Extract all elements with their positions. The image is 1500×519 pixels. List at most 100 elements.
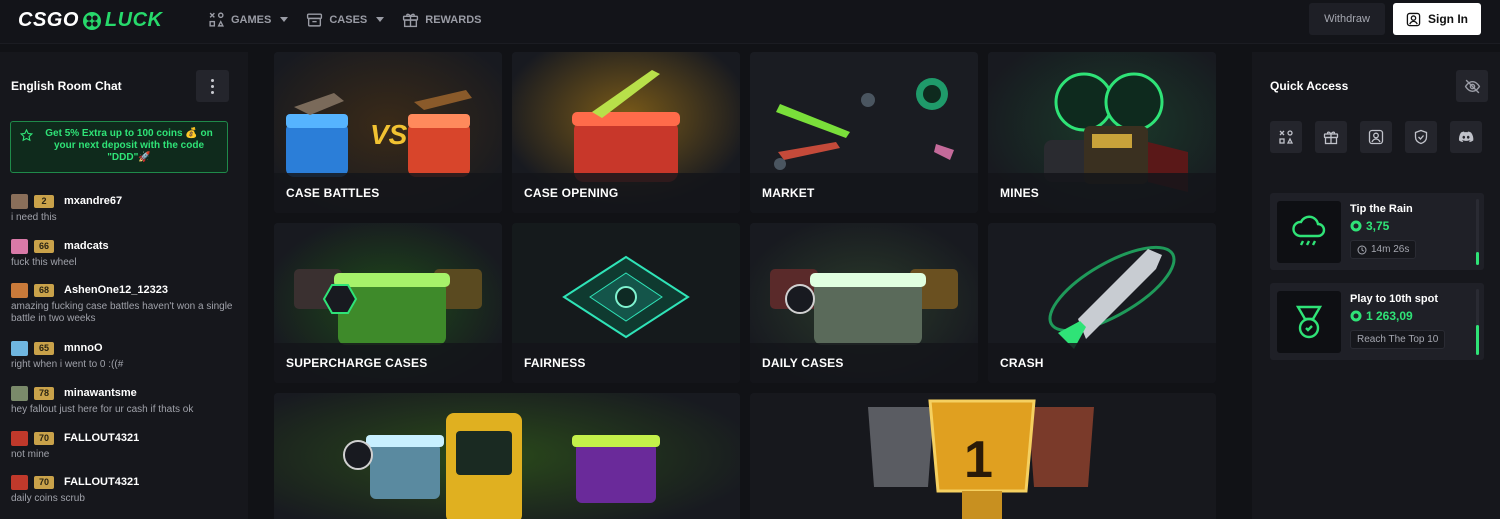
nav-cases[interactable]: CASES [306, 11, 385, 28]
chat-username[interactable]: minawantsme [64, 387, 137, 399]
chat-text: amazing fucking case battles haven't won… [11, 301, 233, 324]
hide-panel-button[interactable] [1456, 70, 1488, 102]
sign-in-label: Sign In [1428, 12, 1468, 26]
avatar[interactable] [11, 430, 28, 446]
leaderboard-chip[interactable]: Reach The Top 10 [1350, 330, 1446, 349]
clover-icon [82, 11, 101, 30]
rain-icon-box [1277, 201, 1341, 263]
quick-discord-button[interactable] [1450, 121, 1482, 153]
clock-icon [1357, 245, 1367, 254]
tile-label: SUPERCHARGE CASES [286, 356, 428, 370]
top-header: CSGO LUCK GAMES CASES REWARDS Withdraw S… [0, 0, 1500, 44]
leaderboard-title: Play to 10th spot [1350, 293, 1439, 305]
level-badge: 2 [34, 194, 54, 208]
tile-label: FAIRNESS [524, 356, 586, 370]
games-icon [1279, 130, 1294, 144]
chat-message: 70 FALLOUT4321 daily coins scrub [11, 474, 236, 505]
level-badge: 70 [34, 431, 54, 445]
chat-username[interactable]: AshenOne12_12323 [64, 284, 168, 296]
coin-icon [1350, 220, 1362, 232]
chat-username[interactable]: mxandre67 [64, 195, 122, 207]
user-icon [1406, 12, 1421, 26]
tile-label: CASE OPENING [524, 186, 619, 200]
leaderboard-art: 1 [750, 393, 1216, 519]
tile-case-opening[interactable]: CASE OPENING [512, 52, 740, 213]
tile-leaderboard[interactable]: 1 [750, 393, 1216, 519]
leaderboard-chip-label: Reach The Top 10 [1357, 334, 1439, 345]
avatar[interactable] [11, 385, 28, 401]
tile-fairness[interactable]: FAIRNESS [512, 223, 740, 383]
nav-games[interactable]: GAMES [208, 11, 289, 28]
chat-username[interactable]: madcats [64, 240, 109, 252]
quick-games-button[interactable] [1270, 121, 1302, 153]
rain-amount-value: 3,75 [1366, 219, 1390, 233]
chevron-down-icon [376, 17, 385, 22]
tile-label: MARKET [762, 186, 815, 200]
nav-rewards-label: REWARDS [425, 13, 482, 26]
quick-profile-button[interactable] [1360, 121, 1392, 153]
quick-rewards-button[interactable] [1315, 121, 1347, 153]
chat-title: English Room Chat [11, 79, 122, 93]
chat-text: right when i went to 0 :((# [11, 359, 124, 370]
chat-menu-button[interactable] [196, 70, 229, 102]
tile-label: CASE BATTLES [286, 186, 380, 200]
nav-games-label: GAMES [231, 13, 272, 26]
main-nav: GAMES CASES REWARDS [208, 11, 481, 28]
tile-mines[interactable]: MINES [988, 52, 1216, 213]
tile-case-battles[interactable]: VS CASE BATTLES [274, 52, 502, 213]
chat-message: 68 AshenOne12_12323 amazing fucking case… [11, 282, 236, 325]
chat-text: not mine [11, 449, 50, 460]
cloud-rain-icon [1292, 215, 1326, 246]
rain-title: Tip the Rain [1350, 203, 1413, 215]
avatar[interactable] [11, 238, 28, 254]
gift-icon [403, 13, 419, 28]
chat-text: hey fallout just here for ur cash if tha… [11, 404, 194, 415]
avatar[interactable] [11, 474, 28, 490]
sign-in-button[interactable]: Sign In [1393, 3, 1481, 35]
quick-access-panel: Quick Access Tip the Rain 3,75 14m 26s P… [1252, 52, 1500, 519]
chat-username[interactable]: FALLOUT4321 [64, 432, 139, 444]
tile-label: CRASH [1000, 356, 1044, 370]
games-icon [209, 12, 224, 27]
logo-text-left: CSGO [18, 9, 79, 31]
rain-card[interactable]: Tip the Rain 3,75 14m 26s [1270, 193, 1484, 270]
tile-market[interactable]: MARKET [750, 52, 978, 213]
leaderboard-progress [1476, 289, 1479, 355]
tile-label: DAILY CASES [762, 356, 844, 370]
shield-icon [1414, 129, 1428, 145]
medal-icon-box [1277, 291, 1341, 353]
tile-crash[interactable]: CRASH [988, 223, 1216, 383]
tile-supercharge-cases[interactable]: SUPERCHARGE CASES [274, 223, 502, 383]
site-logo[interactable]: CSGO LUCK [18, 9, 162, 32]
chat-message: 70 FALLOUT4321 not mine [11, 430, 236, 461]
chevron-down-icon [280, 17, 289, 22]
promo-cases-art [274, 393, 740, 519]
chat-username[interactable]: FALLOUT4321 [64, 476, 139, 488]
avatar[interactable] [11, 282, 28, 298]
chat-username[interactable]: mnnoO [64, 342, 103, 354]
cases-icon [307, 13, 323, 27]
withdraw-button[interactable]: Withdraw [1309, 3, 1385, 35]
leaderboard-card[interactable]: Play to 10th spot 1 263,09 Reach The Top… [1270, 283, 1484, 360]
avatar[interactable] [11, 340, 28, 356]
level-badge: 78 [34, 386, 54, 400]
nav-rewards[interactable]: REWARDS [402, 11, 481, 28]
tile-daily-cases[interactable]: DAILY CASES [750, 223, 978, 383]
tile-label: MINES [1000, 186, 1040, 200]
quick-fairness-button[interactable] [1405, 121, 1437, 153]
chat-sidebar: English Room Chat Get 5% Extra up to 100… [0, 52, 248, 519]
rain-progress [1476, 199, 1479, 265]
avatar[interactable] [11, 193, 28, 209]
promo-text: Get 5% Extra up to 100 coins 💰 on your n… [45, 128, 213, 163]
logo-text-right: LUCK [104, 9, 163, 31]
chat-text: daily coins scrub [11, 493, 85, 504]
tile-promo-cases[interactable] [274, 393, 740, 519]
chat-message: 2 mxandre67 i need this [11, 193, 236, 224]
quick-access-title: Quick Access [1270, 79, 1349, 93]
svg-text:1: 1 [964, 431, 993, 489]
coin-icon [1350, 310, 1362, 322]
gift-icon [1323, 131, 1339, 145]
star-icon [20, 129, 33, 142]
chat-message: 66 madcats fuck this wheel [11, 238, 236, 269]
chat-message: 78 minawantsme hey fallout just here for… [11, 385, 236, 416]
